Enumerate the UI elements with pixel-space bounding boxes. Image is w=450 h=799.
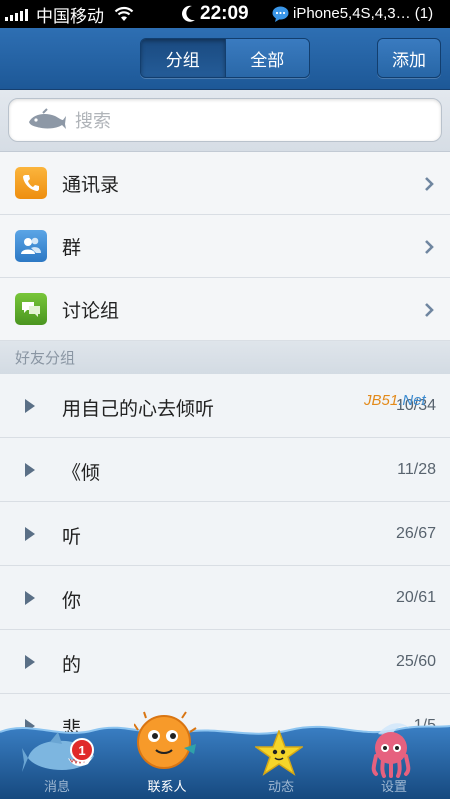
segment-all[interactable]: 全部 — [224, 39, 309, 77]
group-row[interactable]: 的 25/60 — [0, 630, 450, 694]
expand-arrow-icon — [25, 399, 35, 413]
menu-item-label: 群 — [62, 237, 82, 259]
site-watermark: JB51.Net — [364, 392, 426, 409]
group-online-count: 11/28 — [397, 461, 436, 478]
notification-text: iPhone5,4S,4,3… (1) — [293, 5, 434, 22]
group-icon — [15, 230, 47, 262]
expand-arrow-icon — [25, 463, 35, 477]
friend-group-list: 用自己的心去倾听 10/34 《倾 11/28 听 26/67 你 20/61 … — [0, 374, 450, 758]
tab-contacts[interactable]: 联系人 — [122, 776, 212, 795]
group-name: 《倾 — [62, 463, 101, 484]
group-row[interactable]: 《倾 11/28 — [0, 438, 450, 502]
carrier-name: 中国移动 — [36, 6, 104, 26]
contact-menu: 通讯录 群 讨论组 — [0, 152, 450, 341]
chat-icon — [15, 293, 47, 325]
menu-item-discussion-group[interactable]: 讨论组 — [0, 278, 450, 341]
menu-item-label: 通讯录 — [62, 174, 120, 196]
tab-settings[interactable]: 设置 — [349, 776, 439, 795]
segment-grouped[interactable]: 分组 — [141, 39, 225, 77]
menu-item-label: 讨论组 — [62, 300, 120, 322]
tab-feeds[interactable]: 动态 — [236, 776, 326, 795]
do-not-disturb-moon-icon — [182, 5, 195, 22]
menu-item-contacts[interactable]: 通讯录 — [0, 152, 450, 215]
chevron-right-icon — [425, 303, 434, 317]
expand-arrow-icon — [25, 527, 35, 541]
unread-badge: 1 — [70, 738, 94, 762]
group-view-segmented-control: 分组 全部 — [140, 38, 310, 78]
friend-groups-header: 好友分组 — [0, 341, 450, 374]
search-placeholder: 搜索 — [75, 111, 111, 131]
group-name: 的 — [62, 655, 82, 676]
menu-item-group[interactable]: 群 — [0, 215, 450, 278]
search-bar: 搜索 — [0, 90, 450, 152]
group-name: 听 — [62, 527, 82, 548]
watermark-suffix: .Net — [398, 392, 426, 409]
chevron-right-icon — [425, 177, 434, 191]
expand-arrow-icon — [25, 655, 35, 669]
signal-strength-icon — [5, 7, 28, 21]
group-online-count: 20/61 — [395, 589, 436, 606]
tab-bar: 消息 联系人 动态 设置 — [0, 711, 450, 799]
navigation-bar: 分组 全部 添加 — [0, 28, 450, 90]
octopus-icon[interactable] — [370, 730, 412, 778]
wifi-icon — [114, 6, 134, 21]
group-row[interactable]: 听 26/67 — [0, 502, 450, 566]
group-online-count: 25/60 — [395, 653, 436, 670]
fish-search-icon — [29, 108, 66, 129]
group-online-count: 26/67 — [395, 525, 436, 542]
phone-icon — [15, 167, 47, 199]
status-bar: 中国移动 22:09 iPhone5,4S,4,3… (1) — [0, 0, 450, 28]
add-button[interactable]: 添加 — [377, 38, 441, 78]
chevron-right-icon — [425, 240, 434, 254]
tab-messages[interactable]: 消息 — [12, 776, 102, 795]
starfish-icon[interactable] — [255, 730, 303, 776]
qq-message-icon — [272, 6, 289, 22]
group-name: 你 — [62, 591, 82, 612]
group-row[interactable]: 你 20/61 — [0, 566, 450, 630]
group-name: 用自己的心去倾听 — [62, 399, 215, 420]
expand-arrow-icon — [25, 591, 35, 605]
clock: 22:09 — [200, 3, 249, 24]
pufferfish-icon[interactable] — [134, 710, 198, 772]
search-input[interactable]: 搜索 — [8, 98, 442, 142]
watermark-prefix: JB51 — [364, 392, 399, 409]
